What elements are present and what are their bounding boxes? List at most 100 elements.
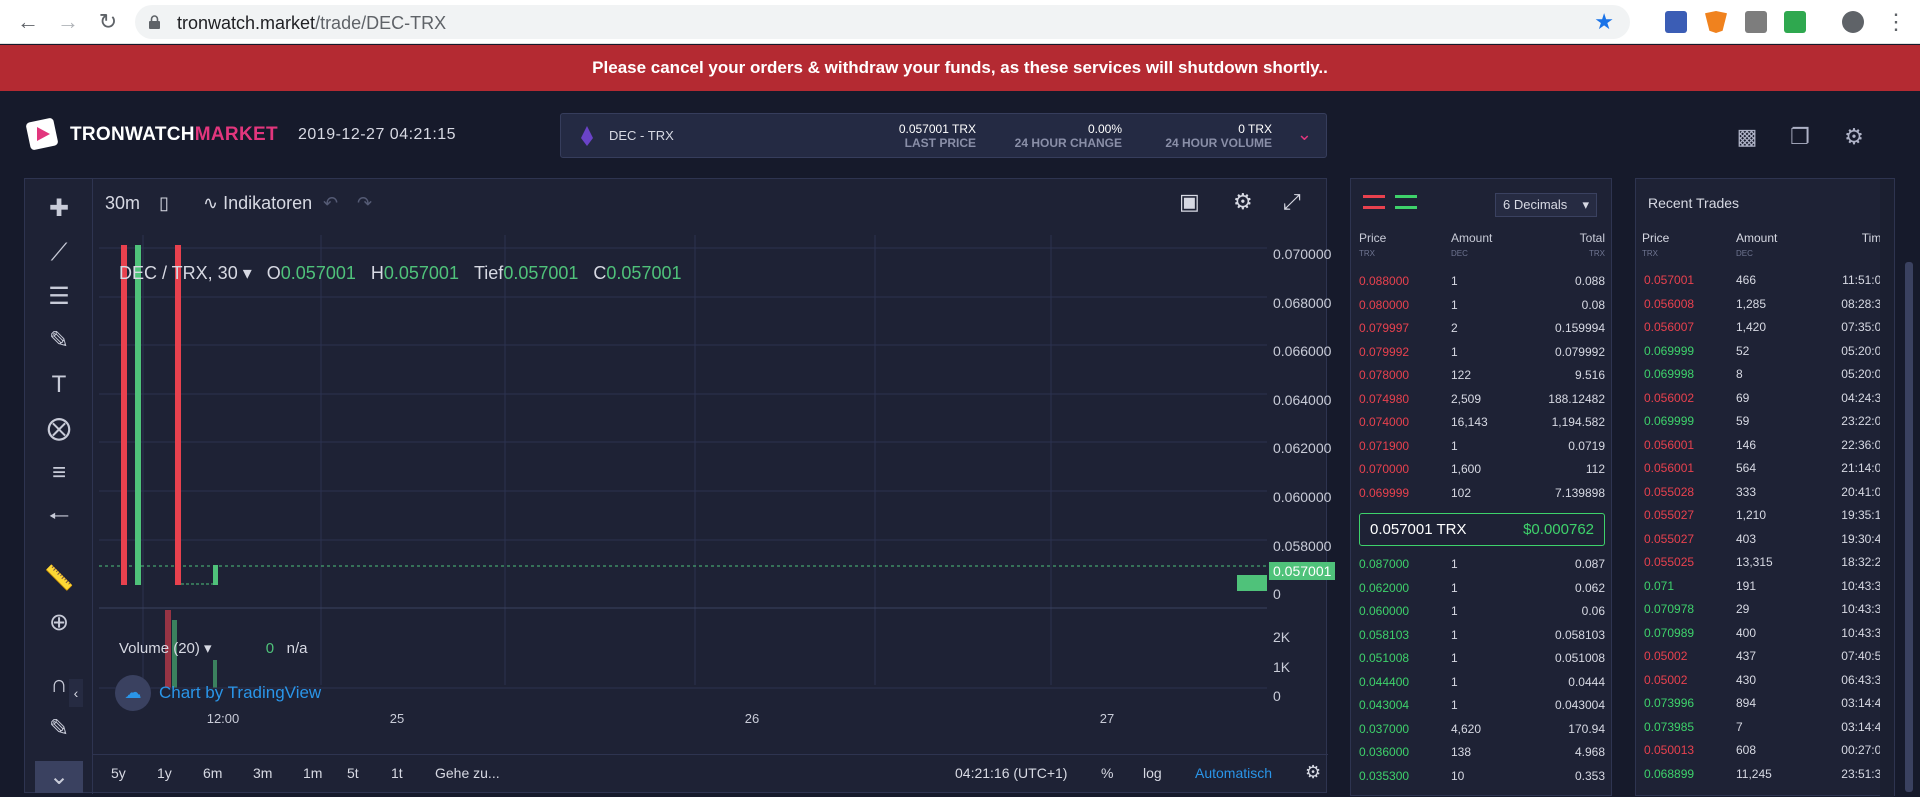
reload-icon[interactable]: ↻ xyxy=(94,8,122,36)
undo-icon[interactable]: ↶ xyxy=(323,193,338,214)
brand-name[interactable]: TRONWATCHMARKET xyxy=(70,124,278,146)
page-scrollbar[interactable] xyxy=(1905,262,1913,792)
back-icon[interactable]: ← xyxy=(14,8,42,36)
camera-icon[interactable]: ▣ xyxy=(1179,189,1200,215)
back-arrow-icon[interactable]: 🠐 xyxy=(43,501,75,533)
trade-row[interactable]: 0.056001 146 22:36:00 xyxy=(1636,433,1894,456)
ask-row[interactable]: 0.074000 16,143 1,194.582 xyxy=(1351,410,1611,433)
trade-row[interactable]: 0.055025 13,315 18:32:24 xyxy=(1636,550,1894,573)
profile-icon[interactable] xyxy=(1842,11,1864,33)
bid-row[interactable]: 0.062000 1 0.062 xyxy=(1351,576,1611,599)
bug-icon[interactable]: ⚙ xyxy=(1842,124,1866,149)
forward-icon[interactable]: → xyxy=(54,8,82,36)
trade-row[interactable]: 0.05002 430 06:43:33 xyxy=(1636,668,1894,691)
tradingview-attribution[interactable]: ☁ Chart by TradingView xyxy=(115,675,321,711)
trade-row[interactable]: 0.073985 7 03:14:48 xyxy=(1636,715,1894,738)
ask-row[interactable]: 0.069999 102 7.139898 xyxy=(1351,481,1611,504)
trade-row[interactable]: 0.069999 52 05:20:03 xyxy=(1636,339,1894,362)
range-6m[interactable]: 6m xyxy=(203,765,222,781)
bid-row[interactable]: 0.087000 1 0.087 xyxy=(1351,552,1611,575)
bookmark-star-icon[interactable]: ★ xyxy=(1594,9,1614,35)
trade-row[interactable]: 0.056001 564 21:14:03 xyxy=(1636,456,1894,479)
trendline-icon[interactable]: ⟋ xyxy=(43,237,75,269)
range-5y[interactable]: 5y xyxy=(111,765,126,781)
bid-row[interactable]: 0.051008 1 0.051008 xyxy=(1351,646,1611,669)
trade-row[interactable]: 0.055027 1,210 19:35:18 xyxy=(1636,503,1894,526)
trade-row[interactable]: 0.073996 894 03:14:48 xyxy=(1636,691,1894,714)
address-bar[interactable]: tronwatch.market/trade/DEC-TRX ★ xyxy=(135,5,1630,39)
trading-chart[interactable]: ✚ ⟋ ☰ ✎ T ⨂ ≡ 🠐 📏 ⊕ ∩ ✎ ⌄ 30m ▯ ∿ Indika… xyxy=(24,178,1336,794)
range-5t[interactable]: 5t xyxy=(347,765,359,781)
redo-icon[interactable]: ↷ xyxy=(357,193,372,214)
range-3m[interactable]: 3m xyxy=(253,765,272,781)
zoom-icon[interactable]: ⊕ xyxy=(43,607,75,639)
measure-icon[interactable]: ≡ xyxy=(43,457,75,489)
ask-cell: 0.08 xyxy=(1581,297,1605,312)
pair-ticker[interactable]: DEC - TRX 0.057001 TRX LAST PRICE 0.00% 24… xyxy=(560,113,1327,158)
ask-row[interactable]: 0.071900 1 0.0719 xyxy=(1351,434,1611,457)
facebook-icon[interactable] xyxy=(1745,11,1767,33)
metamask-icon[interactable] xyxy=(1705,11,1727,33)
bid-row[interactable]: 0.036000 138 4.968 xyxy=(1351,740,1611,763)
windows-icon[interactable]: ❐ xyxy=(1788,124,1812,149)
decimals-select[interactable]: 6 Decimals ▾ xyxy=(1495,193,1597,217)
extension-icon-1[interactable] xyxy=(1665,11,1687,33)
range-1t[interactable]: 1t xyxy=(391,765,403,781)
text-icon[interactable]: T xyxy=(43,369,75,401)
goto-date[interactable]: Gehe zu... xyxy=(435,765,500,781)
lock-draw-icon[interactable]: ✎ xyxy=(43,713,75,745)
indicators-button[interactable]: ∿ Indikatoren xyxy=(203,193,312,214)
ask-row[interactable]: 0.079992 1 0.079992 xyxy=(1351,340,1611,363)
trade-row[interactable]: 0.056007 1,420 07:35:03 xyxy=(1636,315,1894,338)
settings-icon[interactable]: ⚙ xyxy=(1233,189,1253,215)
ask-row[interactable]: 0.088000 1 0.088 xyxy=(1351,269,1611,292)
trade-row[interactable]: 0.070978 29 10:43:36 xyxy=(1636,597,1894,620)
ruler-icon[interactable]: 📏 xyxy=(43,563,75,595)
brush-icon[interactable]: ✎ xyxy=(43,325,75,357)
pattern-icon[interactable]: ⨂ xyxy=(43,413,75,445)
crosshair-icon[interactable]: ✚ xyxy=(43,193,75,225)
trade-row[interactable]: 0.050013 608 00:27:09 xyxy=(1636,738,1894,761)
menu-icon[interactable]: ⋮ xyxy=(1882,8,1910,36)
expand-icon[interactable]: ⌄ xyxy=(35,761,83,793)
ask-row[interactable]: 0.079997 2 0.159994 xyxy=(1351,316,1611,339)
chart-settings-icon[interactable]: ⚙ xyxy=(1305,762,1321,783)
ask-row[interactable]: 0.074980 2,509 188.12482 xyxy=(1351,387,1611,410)
percent-toggle[interactable]: % xyxy=(1101,765,1113,781)
trade-row[interactable]: 0.055028 333 20:41:06 xyxy=(1636,480,1894,503)
ask-row[interactable]: 0.078000 122 9.516 xyxy=(1351,363,1611,386)
collapse-toolbar-icon[interactable]: ‹ xyxy=(69,679,83,707)
bid-row[interactable]: 0.058103 1 0.058103 xyxy=(1351,623,1611,646)
trade-row[interactable]: 0.057001 466 11:51:03 xyxy=(1636,268,1894,291)
trade-row[interactable]: 0.056002 69 04:24:30 xyxy=(1636,386,1894,409)
range-1m[interactable]: 1m xyxy=(303,765,322,781)
trade-row[interactable]: 0.069998 8 05:20:03 xyxy=(1636,362,1894,385)
trade-row[interactable]: 0.055027 403 19:30:45 xyxy=(1636,527,1894,550)
extension-icon-h[interactable] xyxy=(1784,11,1806,33)
trade-row[interactable]: 0.070989 400 10:43:36 xyxy=(1636,621,1894,644)
leaderboard-icon[interactable]: ▩ xyxy=(1735,124,1759,149)
bid-row[interactable]: 0.060000 1 0.06 xyxy=(1351,599,1611,622)
bid-row[interactable]: 0.035300 10 0.353 xyxy=(1351,764,1611,787)
fib-icon[interactable]: ☰ xyxy=(43,281,75,313)
trade-row[interactable]: 0.069999 59 23:22:00 xyxy=(1636,409,1894,432)
trade-row[interactable]: 0.068899 11,245 23:51:39 xyxy=(1636,762,1894,785)
auto-toggle[interactable]: Automatisch xyxy=(1195,765,1272,781)
chevron-down-icon[interactable]: ⌄ xyxy=(1297,124,1312,145)
bid-row[interactable]: 0.044400 1 0.0444 xyxy=(1351,670,1611,693)
orderbook-buy-icon[interactable] xyxy=(1395,195,1417,209)
trade-row[interactable]: 0.056008 1,285 08:28:30 xyxy=(1636,292,1894,315)
bid-row[interactable]: 0.037000 4,620 170.94 xyxy=(1351,717,1611,740)
fullscreen-icon[interactable]: ⤢ xyxy=(1283,189,1301,215)
trades-scrollbar[interactable] xyxy=(1880,179,1894,797)
log-toggle[interactable]: log xyxy=(1143,765,1162,781)
interval-button[interactable]: 30m xyxy=(105,193,140,214)
ask-row[interactable]: 0.080000 1 0.08 xyxy=(1351,293,1611,316)
bid-row[interactable]: 0.043004 1 0.043004 xyxy=(1351,693,1611,716)
orderbook-sell-icon[interactable] xyxy=(1363,195,1385,209)
range-1y[interactable]: 1y xyxy=(157,765,172,781)
candle-type-icon[interactable]: ▯ xyxy=(159,193,169,214)
ask-row[interactable]: 0.070000 1,600 112 xyxy=(1351,457,1611,480)
trade-row[interactable]: 0.05002 437 07:40:57 xyxy=(1636,644,1894,667)
trade-row[interactable]: 0.071 191 10:43:36 xyxy=(1636,574,1894,597)
